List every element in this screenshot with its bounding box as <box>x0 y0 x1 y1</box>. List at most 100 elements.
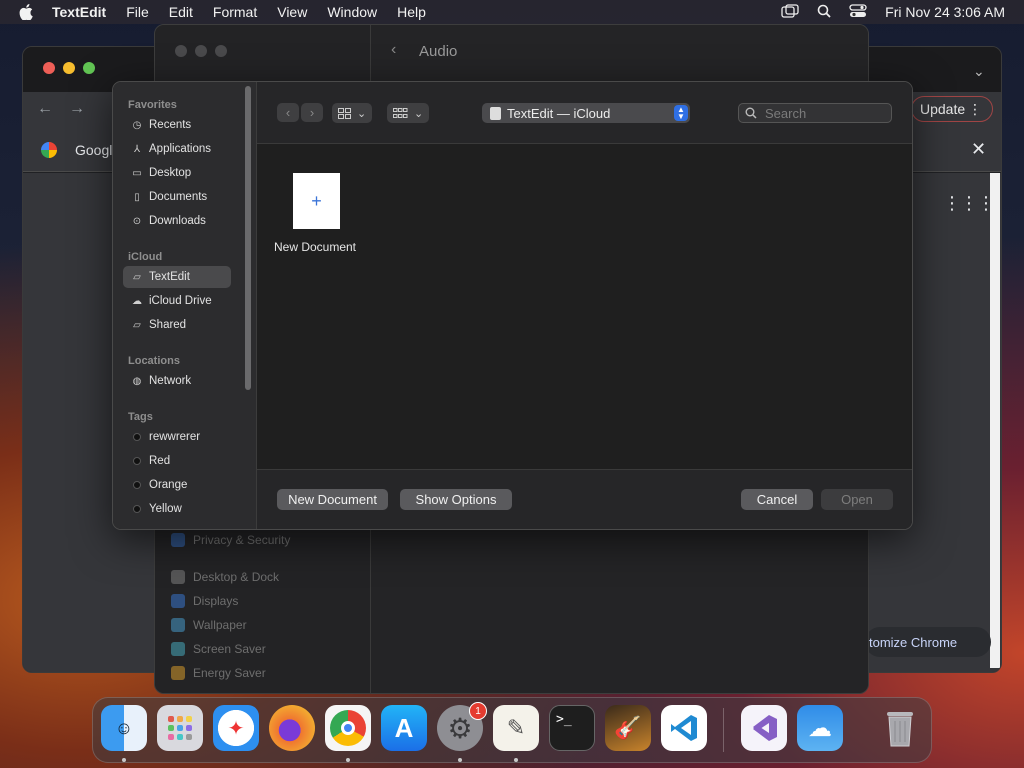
settings-item-energy-saver[interactable]: Energy Saver <box>171 666 266 680</box>
applications-icon: ⅄ <box>133 143 141 155</box>
show-options-button[interactable]: Show Options <box>400 489 512 510</box>
new-document-file[interactable]: + <box>293 173 340 229</box>
sidebar-item-desktop[interactable]: ▭ Desktop <box>123 162 231 184</box>
settings-item-desktop-dock[interactable]: Desktop & Dock <box>171 570 279 584</box>
customize-chrome-button[interactable]: tomize Chrome <box>865 627 991 657</box>
menu-window[interactable]: Window <box>317 4 387 20</box>
file-browser-area: + New Document <box>257 144 912 469</box>
icon-view-button[interactable]: ⌄ <box>332 103 373 123</box>
location-popup[interactable]: TextEdit — iCloud ▲ ▼ <box>482 103 690 123</box>
group-view-button[interactable]: ⌄ <box>387 103 430 123</box>
tag-dot-icon <box>133 433 141 441</box>
download-icon: ⊙ <box>132 215 142 227</box>
weather-icon[interactable]: ☁ <box>797 705 843 751</box>
launchpad-icon[interactable] <box>157 705 203 751</box>
textedit-icon[interactable]: ✎ <box>493 705 539 751</box>
location-label: TextEdit — iCloud <box>507 105 611 121</box>
more-menu-icon[interactable]: ⋮ <box>968 101 982 118</box>
safari-icon[interactable]: ✦ <box>213 705 259 751</box>
firefox-icon[interactable] <box>269 705 315 751</box>
sidebar-item-shared[interactable]: ▱ Shared <box>123 314 231 336</box>
sidebar-tag-orange[interactable]: Orange <box>123 474 231 496</box>
menu-app-name[interactable]: TextEdit <box>52 4 116 20</box>
sidebar-item-applications[interactable]: ⅄ Applications <box>123 138 231 160</box>
sidebar-item-network[interactable]: ◍ Network <box>123 370 231 392</box>
back-arrow-icon[interactable]: ← <box>37 100 53 118</box>
sidebar-item-documents[interactable]: ▯ Documents <box>123 186 231 208</box>
google-apps-icon[interactable]: ⋮⋮⋮ <box>943 193 995 214</box>
open-file-dialog: Favorites ◷ Recents ⅄ Applications ▭ Deskto… <box>112 81 913 530</box>
chevron-right-icon: › <box>309 105 315 120</box>
desktop-icon: ▭ <box>132 167 142 179</box>
window-icon[interactable] <box>781 3 799 21</box>
tag-dot-icon <box>133 481 141 489</box>
sidebar-tag-rewwrerer[interactable]: rewwrerer <box>123 426 231 448</box>
trash-icon[interactable] <box>877 705 923 751</box>
settings-item-wallpaper[interactable]: Wallpaper <box>171 618 247 632</box>
sidebar-tag-yellow[interactable]: Yellow <box>123 498 231 520</box>
cancel-button[interactable]: Cancel <box>741 489 813 510</box>
settings-back-icon[interactable]: ‹ <box>391 41 396 59</box>
close-bar-icon[interactable]: ✕ <box>971 139 986 160</box>
terminal-icon[interactable]: >_ <box>549 705 595 751</box>
settings-item-screen-saver[interactable]: Screen Saver <box>171 642 266 656</box>
menu-format[interactable]: Format <box>203 4 267 20</box>
sidebar-item-downloads[interactable]: ⊙ Downloads <box>123 210 231 232</box>
menu-edit[interactable]: Edit <box>159 4 203 20</box>
cloud-icon: ☁ <box>132 295 142 307</box>
minimize-window-button[interactable] <box>63 62 75 74</box>
chevron-down-icon: ⌄ <box>414 107 424 120</box>
sidebar-item-textedit[interactable]: ▱ TextEdit <box>123 266 231 288</box>
clock-icon: ◷ <box>132 119 142 131</box>
popup-stepper-icon: ▲ ▼ <box>674 105 688 121</box>
search-field[interactable]: Search <box>738 103 892 123</box>
close-window-button[interactable] <box>43 62 55 74</box>
google-logo-icon <box>41 142 57 158</box>
visual-studio-icon[interactable] <box>741 705 787 751</box>
search-icon[interactable] <box>817 4 831 21</box>
forward-button[interactable]: › <box>301 103 323 122</box>
sidebar-item-recents[interactable]: ◷ Recents <box>123 114 231 136</box>
app-store-icon[interactable]: A <box>381 705 427 751</box>
section-icloud: iCloud <box>128 251 163 263</box>
section-favorites: Favorites <box>128 99 177 111</box>
chrome-update-button[interactable]: Update ⋮ <box>911 96 993 122</box>
menu-view[interactable]: View <box>267 4 317 20</box>
bookmark-google[interactable]: Googl <box>75 142 112 158</box>
zoom-window-button[interactable] <box>83 62 95 74</box>
menu-clock[interactable]: Fri Nov 24 3:06 AM <box>885 4 1005 20</box>
page-scrollbar[interactable] <box>990 173 1000 668</box>
tag-dot-icon <box>133 505 141 513</box>
garageband-icon[interactable]: 🎸 <box>605 705 651 751</box>
open-button[interactable]: Open <box>821 489 893 510</box>
settings-title: Audio <box>419 43 458 60</box>
sidebar-scrollbar[interactable] <box>245 86 251 390</box>
forward-arrow-icon[interactable]: → <box>69 100 85 118</box>
new-document-button[interactable]: New Document <box>277 489 388 510</box>
settings-item-privacy[interactable]: Privacy & Security <box>171 533 290 547</box>
vscode-icon[interactable] <box>661 705 707 751</box>
sidebar-item-icloud-drive[interactable]: ☁ iCloud Drive <box>123 290 231 312</box>
menu-help[interactable]: Help <box>387 4 436 20</box>
chrome-icon[interactable] <box>325 705 371 751</box>
back-button[interactable]: ‹ <box>277 103 299 122</box>
finder-icon[interactable]: ☺ <box>101 705 147 751</box>
chevron-down-icon: ⌄ <box>357 107 367 120</box>
apple-menu-icon[interactable] <box>0 4 52 20</box>
grid-view-icon <box>338 107 351 119</box>
dock-running-indicator <box>122 758 126 762</box>
group-grid-icon <box>393 107 408 118</box>
textedit-document-icon <box>490 106 501 120</box>
update-label: Update <box>920 101 966 117</box>
tab-list-chevron-icon[interactable]: ⌄ <box>973 63 985 80</box>
section-locations: Locations <box>128 355 180 367</box>
settings-badge: 1 <box>469 702 487 720</box>
menu-file[interactable]: File <box>116 4 159 20</box>
settings-item-displays[interactable]: Displays <box>171 594 238 608</box>
control-center-icon[interactable] <box>849 3 867 21</box>
new-document-file-label: New Document <box>273 240 357 254</box>
document-icon: ▯ <box>134 191 140 203</box>
search-placeholder: Search <box>765 105 807 121</box>
dock-separator <box>723 708 724 752</box>
sidebar-tag-red[interactable]: Red <box>123 450 231 472</box>
